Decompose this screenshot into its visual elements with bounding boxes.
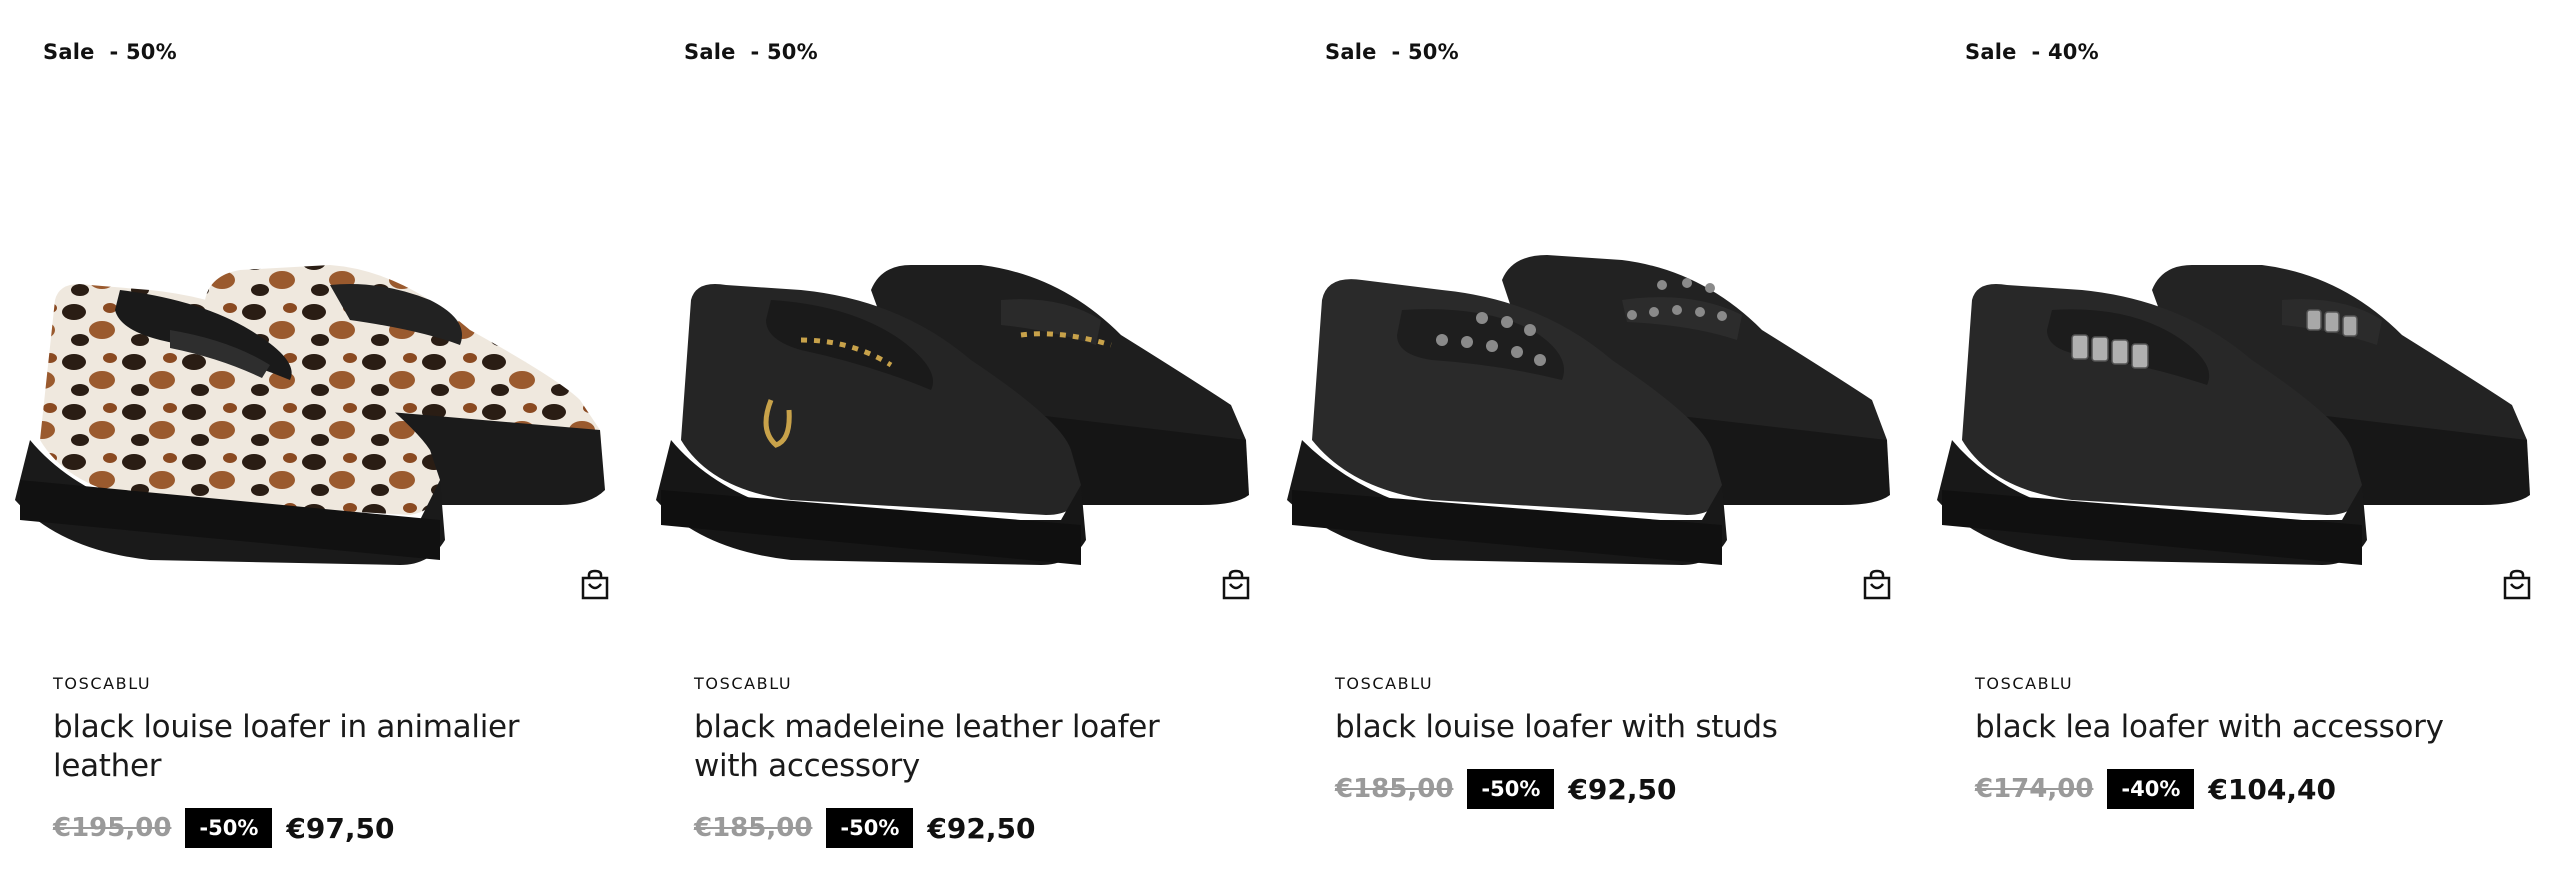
discount-badge: -50% bbox=[1467, 769, 1555, 809]
shopping-bag-icon[interactable] bbox=[1858, 566, 1896, 604]
chain-loafer-image[interactable] bbox=[1922, 0, 2560, 640]
product-card[interactable]: Sale - 40% TOSCABLU black lea loafer wit… bbox=[1922, 0, 2560, 895]
discount-badge: -50% bbox=[826, 808, 914, 848]
product-grid: Sale - 50% TOSCABLU black louise loafer … bbox=[0, 0, 2560, 895]
shopping-bag-icon[interactable] bbox=[1217, 566, 1255, 604]
sale-price: €92,50 bbox=[1568, 772, 1677, 806]
product-name[interactable]: black louise loafer in animalier leather bbox=[53, 708, 543, 786]
product-name[interactable]: black lea loafer with accessory bbox=[1975, 708, 2465, 747]
sale-price: €92,50 bbox=[927, 811, 1036, 845]
sale-label: Sale - 50% bbox=[1325, 40, 1459, 64]
brand-name[interactable]: TOSCABLU bbox=[1975, 674, 2073, 693]
studded-loafer-image[interactable] bbox=[1282, 0, 1922, 640]
discount-badge: -50% bbox=[185, 808, 273, 848]
buckle-loafer-image[interactable] bbox=[641, 0, 1281, 640]
shopping-bag-icon[interactable] bbox=[2498, 566, 2536, 604]
animalier-loafer-image[interactable] bbox=[0, 0, 640, 640]
original-price: €174,00 bbox=[1975, 774, 2094, 804]
original-price: €185,00 bbox=[694, 813, 813, 843]
original-price: €185,00 bbox=[1335, 774, 1454, 804]
price-row: €174,00 -40% €104,40 bbox=[1975, 769, 2336, 809]
product-name[interactable]: black madeleine leather loafer with acce… bbox=[694, 708, 1184, 786]
sale-price: €97,50 bbox=[286, 811, 395, 845]
price-row: €185,00 -50% €92,50 bbox=[694, 808, 1035, 848]
sale-price: €104,40 bbox=[2208, 772, 2336, 806]
brand-name[interactable]: TOSCABLU bbox=[1335, 674, 1433, 693]
brand-name[interactable]: TOSCABLU bbox=[694, 674, 792, 693]
sale-label: Sale - 50% bbox=[684, 40, 818, 64]
sale-label: Sale - 50% bbox=[43, 40, 177, 64]
product-card[interactable]: Sale - 50% TOSCABLU black madeleine leat… bbox=[641, 0, 1281, 895]
sale-label: Sale - 40% bbox=[1965, 40, 2099, 64]
product-card[interactable]: Sale - 50% TOSCABLU black louise loafer … bbox=[1282, 0, 1922, 895]
shopping-bag-icon[interactable] bbox=[576, 566, 614, 604]
brand-name[interactable]: TOSCABLU bbox=[53, 674, 151, 693]
product-card[interactable]: Sale - 50% TOSCABLU black louise loafer … bbox=[0, 0, 640, 895]
price-row: €195,00 -50% €97,50 bbox=[53, 808, 394, 848]
original-price: €195,00 bbox=[53, 813, 172, 843]
product-name[interactable]: black louise loafer with studs bbox=[1335, 708, 1825, 747]
discount-badge: -40% bbox=[2107, 769, 2195, 809]
price-row: €185,00 -50% €92,50 bbox=[1335, 769, 1676, 809]
